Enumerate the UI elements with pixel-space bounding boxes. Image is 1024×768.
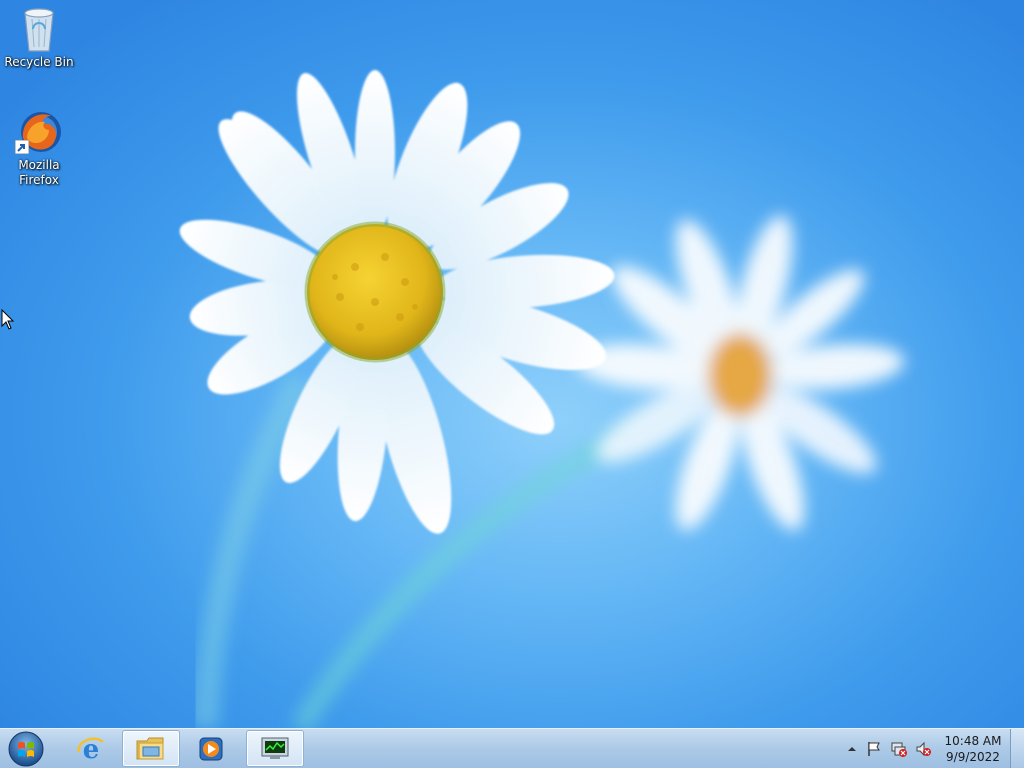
task-manager-icon bbox=[261, 737, 289, 759]
action-center-flag-icon[interactable] bbox=[866, 741, 882, 757]
clock-time: 10:48 AM bbox=[944, 734, 1002, 748]
desktop-icon-firefox[interactable]: Mozilla Firefox bbox=[1, 108, 77, 188]
desktop-icon-label: Mozilla Firefox bbox=[18, 158, 60, 187]
folder-explorer-icon bbox=[136, 737, 164, 759]
start-button[interactable] bbox=[4, 730, 48, 768]
taskbar-task-manager[interactable] bbox=[246, 730, 304, 767]
daisy-wallpaper bbox=[179, 70, 905, 728]
recycle-bin-icon bbox=[15, 5, 63, 53]
shortcut-arrow-icon bbox=[15, 140, 29, 154]
internet-explorer-icon: e bbox=[77, 735, 104, 764]
desktop-icon-recycle-bin[interactable]: Recycle Bin bbox=[1, 5, 77, 70]
show-hidden-icons-arrow[interactable] bbox=[844, 741, 860, 757]
show-desktop-button[interactable] bbox=[1010, 729, 1024, 768]
taskbar-windows-explorer[interactable] bbox=[122, 730, 180, 767]
desktop[interactable]: Recycle Bin Mozilla Firefox bbox=[0, 0, 1024, 728]
system-clock[interactable]: 10:48 AM 9/9/2022 bbox=[938, 733, 1008, 765]
firefox-icon bbox=[15, 108, 63, 156]
taskbar: e 10:48 AM 9/9/2022 bbox=[0, 728, 1024, 768]
mouse-cursor-icon bbox=[1, 309, 15, 330]
media-player-icon bbox=[199, 737, 223, 760]
network-disconnected-icon[interactable] bbox=[891, 741, 907, 757]
volume-muted-icon[interactable] bbox=[915, 741, 931, 757]
desktop-icon-label: Recycle Bin bbox=[4, 55, 74, 69]
windows-start-orb-icon bbox=[8, 731, 44, 767]
clock-date: 9/9/2022 bbox=[946, 750, 1000, 764]
taskbar-internet-explorer[interactable]: e bbox=[62, 730, 120, 767]
taskbar-media-player[interactable] bbox=[182, 730, 240, 767]
